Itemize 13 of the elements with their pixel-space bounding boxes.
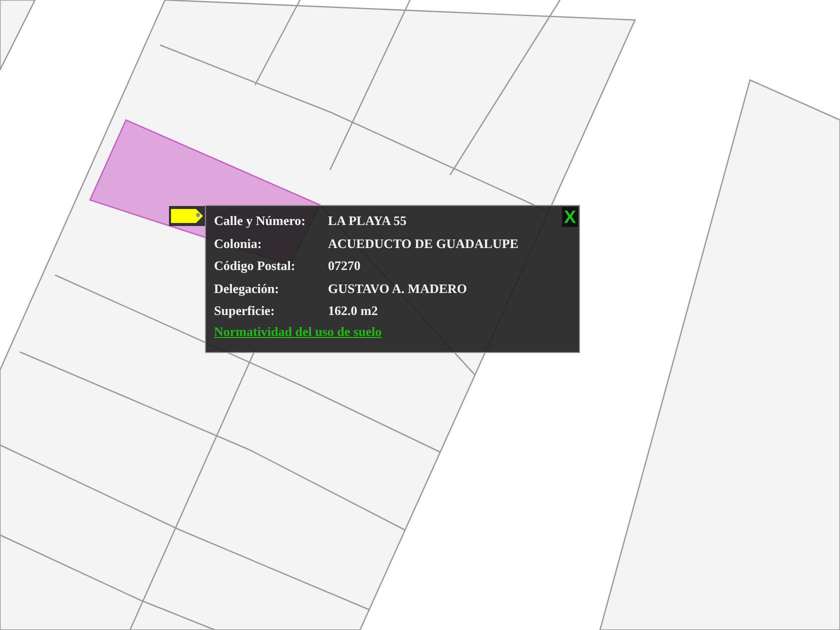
field-value: GUSTAVO A. MADERO	[328, 280, 468, 298]
field-label: Código Postal:	[214, 257, 296, 275]
field-label: Delegación:	[214, 280, 280, 298]
field-label: Colonia:	[214, 234, 263, 252]
field-value: LA PLAYA 55	[328, 212, 408, 230]
land-use-link[interactable]: Normatividad del uso de suelo	[214, 324, 382, 340]
field-value: 162.0 m2	[328, 302, 379, 320]
field-value: ACUEDUCTO DE GUADALUPE	[328, 234, 518, 252]
field-value: 07270	[328, 257, 362, 275]
field-label: Calle y Número:	[214, 212, 306, 230]
close-button[interactable]: X	[562, 207, 578, 227]
tag-icon[interactable]	[169, 206, 205, 226]
field-label: Superficie:	[214, 302, 276, 320]
